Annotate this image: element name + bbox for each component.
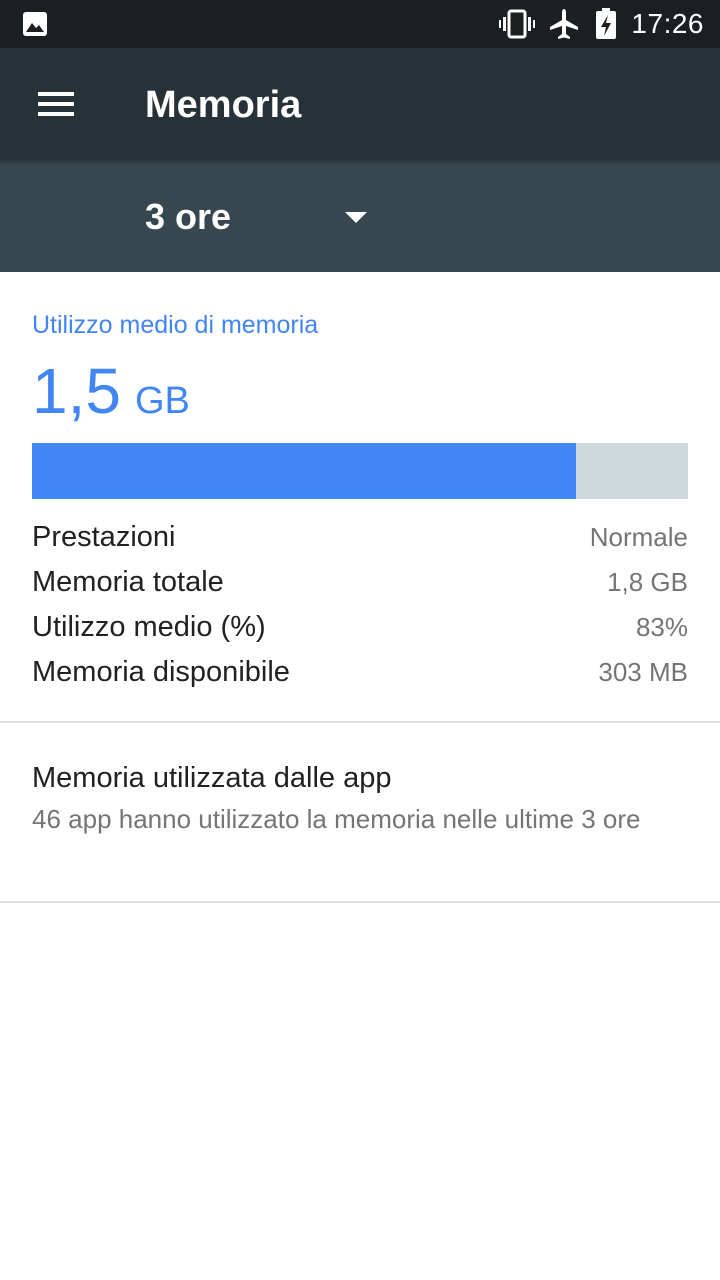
dropdown-arrow-icon: [345, 211, 367, 229]
app-toolbar: Memoria: [0, 48, 720, 160]
memory-usage-bar-fill: [32, 443, 577, 499]
memory-usage-bar: [32, 443, 688, 499]
status-time: 17:26: [631, 8, 704, 39]
battery-charging-icon: [595, 8, 617, 40]
stat-row-total-memory: Memoria totale 1,8 GB: [32, 560, 688, 604]
stat-row-performance: Prestazioni Normale: [32, 515, 688, 559]
average-usage-unit: GB: [134, 380, 190, 422]
average-usage-label: Utilizzo medio di memoria: [32, 311, 319, 339]
apps-memory-title: Memoria utilizzata dalle app: [32, 762, 392, 794]
status-bar: 17:26: [0, 0, 720, 48]
stat-row-average-percent: Utilizzo medio (%) 83%: [32, 605, 688, 649]
page-title: Memoria: [145, 84, 302, 126]
stat-label: Utilizzo medio (%): [32, 610, 266, 643]
divider: [0, 901, 720, 903]
stat-value: 83%: [635, 611, 688, 642]
airplane-mode-icon: [549, 8, 579, 40]
average-usage-number: 1,5: [32, 355, 121, 427]
stat-value: 1,8 GB: [607, 566, 688, 597]
stat-label: Memoria disponibile: [32, 655, 290, 688]
stat-label: Memoria totale: [32, 565, 224, 598]
stat-value: Normale: [589, 521, 688, 552]
stat-value: 303 MB: [598, 656, 688, 687]
menu-icon: [26, 92, 86, 132]
period-dropdown[interactable]: 3 ore: [120, 180, 400, 252]
stat-label: Prestazioni: [32, 520, 176, 553]
vibrate-icon: [499, 9, 536, 39]
period-selected-value: 3 ore: [145, 196, 232, 237]
apps-memory-summary: 46 app hanno utilizzato la memoria nelle…: [32, 804, 641, 834]
average-usage-value: 1,5 GB: [32, 355, 190, 427]
image-notification-icon: [22, 11, 48, 37]
apps-memory-item[interactable]: Memoria utilizzata dalle app 46 app hann…: [0, 723, 720, 901]
menu-button[interactable]: [26, 80, 86, 128]
stat-row-available-memory: Memoria disponibile 303 MB: [32, 650, 688, 694]
period-selector-bar: 3 ore: [0, 160, 720, 272]
